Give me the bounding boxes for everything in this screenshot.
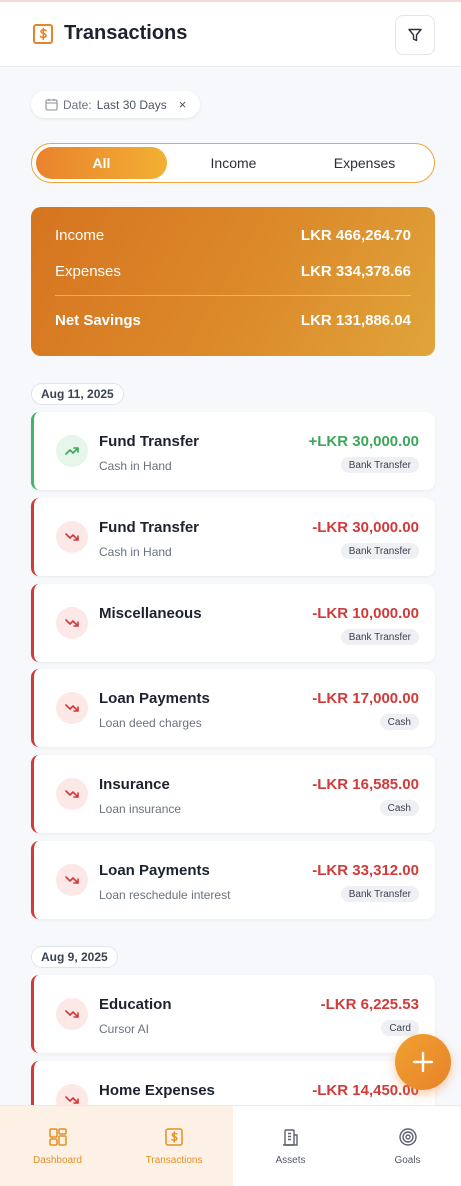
nav-label: Goals bbox=[394, 1155, 421, 1166]
transaction-name: Miscellaneous bbox=[99, 605, 202, 622]
transaction-name: Fund Transfer bbox=[99, 433, 200, 450]
transaction-account: Loan insurance bbox=[99, 802, 182, 816]
payment-method-badge: Bank Transfer bbox=[340, 886, 419, 902]
nav-label: Transactions bbox=[145, 1155, 203, 1166]
trending-down-icon bbox=[56, 607, 88, 639]
transaction-amount: -LKR 17,000.00 bbox=[312, 690, 419, 707]
building-icon bbox=[282, 1129, 298, 1146]
segment-expenses[interactable]: Expenses bbox=[299, 147, 430, 179]
clear-filter-icon[interactable]: × bbox=[179, 97, 187, 112]
transaction-name: Home Expenses bbox=[99, 1082, 215, 1099]
transaction-amount: -LKR 30,000.00 bbox=[312, 519, 419, 536]
bottom-navigation: Dashboard Transactions Assets Goals bbox=[0, 1105, 461, 1186]
net-savings-row: Net Savings LKR 131,886.04 bbox=[55, 312, 411, 329]
transaction-account: Loan deed charges bbox=[99, 716, 202, 730]
target-icon bbox=[398, 1128, 417, 1146]
transaction-item[interactable]: Fund Transfer Cash in Hand -LKR 30,000.0… bbox=[31, 498, 435, 576]
nav-label: Assets bbox=[275, 1155, 306, 1166]
trending-down-icon bbox=[56, 692, 88, 724]
net-savings-label: Net Savings bbox=[55, 312, 141, 329]
transaction-item[interactable]: Education Cursor AI -LKR 6,225.53 Card bbox=[31, 975, 435, 1053]
add-transaction-button[interactable] bbox=[395, 1034, 451, 1090]
transaction-account: Cash in Hand bbox=[99, 459, 172, 473]
page-title: Transactions bbox=[64, 22, 188, 44]
nav-label: Dashboard bbox=[33, 1155, 82, 1166]
transaction-name: Loan Payments bbox=[99, 862, 210, 879]
type-segmented-control: All Income Expenses bbox=[31, 143, 435, 183]
transaction-account: Loan reschedule interest bbox=[99, 888, 231, 902]
transaction-item[interactable]: Loan Payments Loan deed charges -LKR 17,… bbox=[31, 669, 435, 747]
expenses-row: Expenses LKR 334,378.66 bbox=[55, 263, 411, 280]
income-row: Income LKR 466,264.70 bbox=[55, 227, 411, 244]
trending-down-icon bbox=[56, 864, 88, 896]
payment-method-badge: Bank Transfer bbox=[340, 543, 419, 559]
transaction-item[interactable]: Miscellaneous -LKR 10,000.00 Bank Transf… bbox=[31, 584, 435, 662]
transaction-account: Cursor AI bbox=[99, 1022, 150, 1036]
dashboard-icon bbox=[48, 1128, 67, 1146]
transaction-item[interactable]: Loan Payments Loan reschedule interest -… bbox=[31, 841, 435, 919]
net-savings-value: LKR 131,886.04 bbox=[300, 312, 411, 329]
transaction-amount: -LKR 14,450.00 bbox=[312, 1082, 419, 1099]
transaction-name: Loan Payments bbox=[99, 690, 210, 707]
expenses-value: LKR 334,378.66 bbox=[300, 263, 411, 280]
expenses-label: Expenses bbox=[55, 263, 121, 280]
transaction-amount: -LKR 6,225.53 bbox=[320, 996, 419, 1013]
transaction-account: Cash in Hand bbox=[99, 545, 172, 559]
trending-up-icon bbox=[56, 435, 88, 467]
transaction-name: Fund Transfer bbox=[99, 519, 200, 536]
trending-down-icon bbox=[56, 778, 88, 810]
date-filter-label: Date: bbox=[63, 97, 92, 112]
filter-icon bbox=[408, 28, 422, 42]
trending-down-icon bbox=[56, 998, 88, 1030]
nav-assets[interactable]: Assets bbox=[233, 1106, 348, 1186]
date-filter-chip[interactable]: Date: Last 30 Days × bbox=[31, 91, 201, 118]
nav-goals[interactable]: Goals bbox=[350, 1106, 461, 1186]
dollar-receipt-icon bbox=[33, 24, 53, 44]
calendar-icon bbox=[45, 98, 58, 111]
transaction-item[interactable]: Insurance Loan insurance -LKR 16,585.00 … bbox=[31, 755, 435, 833]
trending-down-icon bbox=[56, 521, 88, 553]
transaction-amount: +LKR 30,000.00 bbox=[308, 433, 420, 450]
segment-income[interactable]: Income bbox=[168, 147, 299, 179]
filter-button[interactable] bbox=[395, 15, 435, 55]
nav-dashboard[interactable]: Dashboard bbox=[0, 1106, 115, 1186]
date-filter-value: Last 30 Days bbox=[96, 97, 167, 112]
segment-all[interactable]: All bbox=[36, 147, 167, 179]
app-header: Transactions bbox=[0, 2, 461, 67]
plus-icon bbox=[412, 1051, 434, 1073]
income-value: LKR 466,264.70 bbox=[300, 227, 411, 244]
income-label: Income bbox=[55, 227, 105, 244]
transaction-amount: -LKR 33,312.00 bbox=[312, 862, 419, 879]
summary-divider bbox=[55, 295, 411, 296]
payment-method-badge: Bank Transfer bbox=[340, 457, 419, 473]
dollar-receipt-icon bbox=[165, 1128, 183, 1146]
payment-method-badge: Card bbox=[381, 1020, 419, 1036]
transaction-amount: -LKR 10,000.00 bbox=[312, 605, 419, 622]
payment-method-badge: Cash bbox=[379, 714, 419, 730]
summary-card: Income LKR 466,264.70 Expenses LKR 334,3… bbox=[31, 207, 435, 356]
transaction-name: Insurance bbox=[99, 776, 170, 793]
transaction-name: Education bbox=[99, 996, 172, 1013]
transaction-amount: -LKR 16,585.00 bbox=[312, 776, 419, 793]
nav-transactions[interactable]: Transactions bbox=[115, 1106, 233, 1186]
date-group-header: Aug 11, 2025 bbox=[31, 383, 124, 405]
payment-method-badge: Cash bbox=[379, 800, 419, 816]
date-group-header: Aug 9, 2025 bbox=[31, 946, 118, 968]
transaction-item[interactable]: Fund Transfer Cash in Hand +LKR 30,000.0… bbox=[31, 412, 435, 490]
payment-method-badge: Bank Transfer bbox=[340, 629, 419, 645]
